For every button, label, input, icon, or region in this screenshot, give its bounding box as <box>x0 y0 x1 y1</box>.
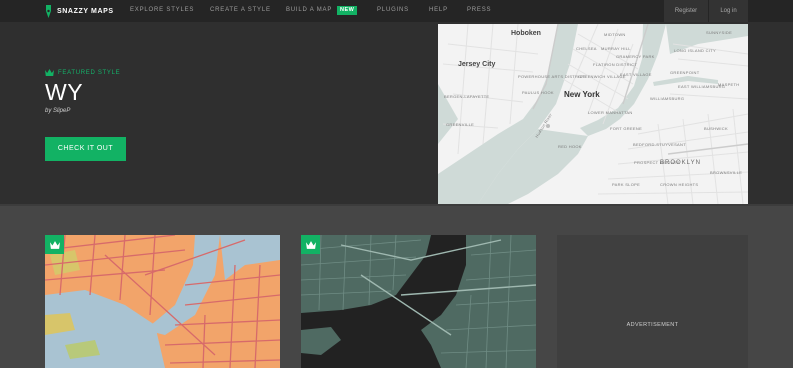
map-label-bed-stuy: BEDFORD-STUYVESANT <box>633 142 686 147</box>
style-card-1-map <box>45 235 280 368</box>
nav-plugins[interactable]: PLUGINS <box>377 7 409 13</box>
map-label-maspeth: MASPETH <box>718 82 740 87</box>
style-card-2[interactable] <box>301 235 536 368</box>
map-label-fort-greene: FORT GREENE <box>610 126 643 131</box>
map-label-powerhouse: POWERHOUSE ARTS DISTRICT <box>518 74 586 79</box>
advertisement-label: ADVERTISEMENT <box>626 322 679 328</box>
map-label-midtown: MIDTOWN <box>604 32 626 37</box>
nav-help[interactable]: HELP <box>429 7 448 13</box>
nav-press[interactable]: PRESS <box>467 7 491 13</box>
map-label-red-hook: RED HOOK <box>558 144 582 149</box>
map-label-jersey-city: Jersey City <box>458 61 496 68</box>
map-label-murray-hill: MURRAY HILL <box>601 46 631 51</box>
map-label-lower-manhattan: LOWER MANHATTAN <box>588 110 633 115</box>
register-link[interactable]: Register <box>664 0 708 22</box>
map-label-east-village: EAST VILLAGE <box>620 72 652 77</box>
map-label-greenville: GREENVILLE <box>446 122 475 127</box>
map-label-gramercy: GRAMERCY PARK <box>616 54 655 59</box>
featured-style-title: WY <box>45 79 84 105</box>
map-label-brownsville: BROWNSVILLE <box>710 170 743 175</box>
style-card-1[interactable] <box>45 235 280 368</box>
map-label-chelsea: CHELSEA <box>576 46 597 51</box>
section-divider <box>0 204 793 206</box>
map-label-paulus-hook: PAULUS HOOK <box>522 90 554 95</box>
map-label-crown-heights: CROWN HEIGHTS <box>660 182 699 187</box>
map-label-flatiron: FLATIRON DISTRICT <box>593 62 638 67</box>
pen-nib-icon <box>46 4 51 18</box>
nav-build-map[interactable]: BUILD A MAP <box>286 7 332 13</box>
featured-map-preview[interactable]: Hoboken Jersey City New York BROOKLYN MI… <box>438 24 748 204</box>
logo[interactable]: SNAZZY MAPS <box>44 4 114 18</box>
crown-icon <box>305 240 316 249</box>
login-link[interactable]: Log in <box>709 0 748 22</box>
map-label-bushwick: BUSHWICK <box>704 126 728 131</box>
crown-icon <box>45 69 54 76</box>
map-label-lic: LONG ISLAND CITY <box>674 48 716 53</box>
map-label-new-york: New York <box>564 90 600 99</box>
top-nav: SNAZZY MAPS EXPLORE STYLES CREATE A STYL… <box>0 0 793 22</box>
map-label-prospect: PROSPECT HEIGHTS <box>634 160 680 165</box>
style-card-2-map <box>301 235 536 368</box>
featured-style-author[interactable]: by SlipeP <box>45 108 70 114</box>
check-it-out-button[interactable]: CHECK IT OUT <box>45 137 126 161</box>
map-label-williamsburg: WILLIAMSBURG <box>650 96 685 101</box>
map-label-greenpoint: GREENPOINT <box>670 70 700 75</box>
map-label-park-slope: PARK SLOPE <box>612 182 641 187</box>
map-label-sunnyside: SUNNYSIDE <box>706 30 733 35</box>
nav-explore-styles[interactable]: EXPLORE STYLES <box>130 7 194 13</box>
featured-style-label: FEATURED STYLE <box>45 69 120 76</box>
featured-badge <box>301 235 320 254</box>
crown-icon <box>49 240 60 249</box>
new-badge: NEW <box>337 6 358 15</box>
map-label-bergen: BERGEN-LAFAYETTE <box>444 94 490 99</box>
map-label-hoboken: Hoboken <box>511 30 541 37</box>
brand-name: SNAZZY MAPS <box>57 7 114 15</box>
advertisement-slot[interactable]: ADVERTISEMENT <box>557 235 748 368</box>
featured-style-text: FEATURED STYLE <box>58 69 121 76</box>
nav-create-style[interactable]: CREATE A STYLE <box>210 7 271 13</box>
featured-badge <box>45 235 64 254</box>
